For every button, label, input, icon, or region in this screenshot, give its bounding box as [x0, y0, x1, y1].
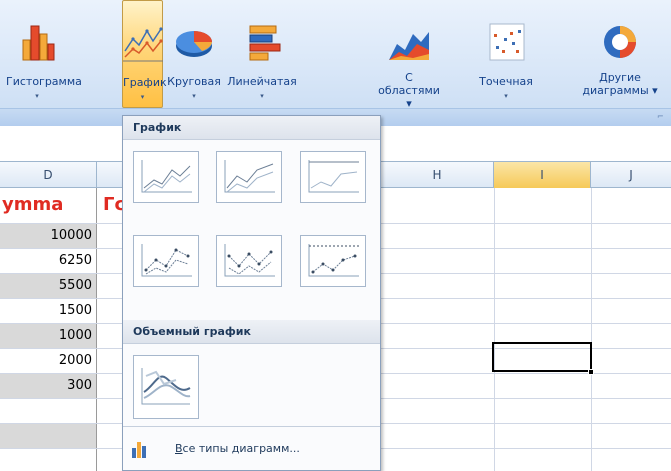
value-cell[interactable] — [0, 399, 97, 423]
histogram-label: Гистограмма — [6, 75, 82, 88]
line-chart-arrow: ▾ — [140, 93, 145, 101]
value-cell[interactable] — [0, 449, 97, 471]
full-stacked-line-thumb-icon — [308, 160, 359, 193]
3d-line-thumb-icon — [141, 368, 191, 405]
value-cell[interactable]: 10000 — [0, 224, 97, 248]
line-chart-icon — [122, 27, 163, 62]
scatter-chart-icon — [489, 23, 525, 61]
bar-chart-arrow: ▾ — [260, 92, 264, 100]
value-cell[interactable]: 1500 — [0, 299, 97, 323]
bar-chart-label: Линейчатая — [227, 75, 297, 88]
stacked-line-thumb-icon — [224, 160, 275, 193]
section-header-line: График — [123, 116, 380, 140]
pie-chart-label: Круговая — [167, 75, 221, 88]
all-chart-types-item[interactable]: Все типы диаграмм... — [125, 432, 378, 466]
scatter-chart-label: Точечная — [479, 75, 533, 88]
line-chart-tile-100[interactable] — [300, 151, 366, 203]
bar-chart-icon — [249, 25, 281, 61]
menu-separator — [123, 426, 380, 427]
dialog-launcher-icon[interactable]: ⌐ — [657, 112, 667, 122]
column-header-i[interactable]: I — [494, 162, 591, 188]
pie-chart-icon — [176, 31, 212, 57]
line-chart-button[interactable]: График ▾ — [122, 0, 167, 108]
bar-chart-button[interactable]: Линейчатая ▾ — [226, 0, 298, 106]
table-header-cell[interactable]: ymma — [0, 188, 97, 223]
histogram-button[interactable]: Гистограмма ▾ — [6, 0, 82, 106]
line-chart-gallery: График Объемный график Все типы диаграмм… — [122, 115, 381, 471]
ribbon: Гистограмма ▾ График ▾ Круговая ▾ Линейч… — [0, 0, 671, 126]
area-chart-label: С областями ▾ — [378, 71, 440, 110]
value-cell[interactable]: 5500 — [0, 274, 97, 298]
line-markers-thumb-icon — [141, 244, 192, 277]
pie-chart-button[interactable]: Круговая ▾ — [164, 0, 224, 106]
other-charts-label: Другие диаграммы ▾ — [582, 71, 658, 97]
active-cell-selection[interactable] — [492, 342, 592, 372]
histogram-arrow: ▾ — [35, 92, 39, 100]
fill-handle[interactable] — [588, 369, 594, 375]
full-stacked-markers-tile[interactable] — [300, 235, 366, 287]
stacked-markers-thumb-icon — [224, 244, 275, 277]
section-header-3d-line: Объемный график — [123, 320, 380, 344]
column-header-e[interactable] — [97, 162, 125, 188]
value-cell[interactable] — [0, 424, 97, 448]
stacked-markers-tile[interactable] — [216, 235, 282, 287]
chart-type-icon — [132, 442, 146, 458]
all-chart-types-text: се типы диаграмм... — [182, 442, 300, 455]
other-charts-button[interactable]: Другие диаграммы ▾ — [580, 0, 660, 106]
value-cell[interactable]: 1000 — [0, 324, 97, 348]
accelerator-key: В — [175, 442, 183, 455]
scatter-chart-arrow: ▾ — [504, 92, 508, 100]
column-header-h[interactable]: H — [381, 162, 494, 188]
area-chart-icon — [389, 32, 429, 60]
column-chart-icon — [22, 25, 55, 61]
pie-chart-arrow: ▾ — [192, 92, 196, 100]
all-chart-types-label: Все типы диаграмм... — [175, 432, 300, 466]
column-header-d[interactable]: D — [0, 162, 97, 188]
3d-line-chart-tile[interactable] — [133, 355, 199, 419]
line-chart-tile-basic[interactable] — [133, 151, 199, 203]
column-header-j[interactable]: J — [591, 162, 671, 188]
line-chart-thumb-icon — [141, 160, 192, 193]
line-markers-tile[interactable] — [133, 235, 199, 287]
line-chart-label: График — [123, 76, 167, 89]
other-charts-icon — [604, 26, 636, 58]
full-stacked-markers-thumb-icon — [308, 244, 359, 277]
scatter-chart-button[interactable]: Точечная ▾ — [478, 0, 534, 106]
value-cell[interactable]: 300 — [0, 374, 97, 398]
value-cell[interactable]: 2000 — [0, 349, 97, 373]
value-cell[interactable]: 6250 — [0, 249, 97, 273]
area-chart-button[interactable]: С областями ▾ — [375, 0, 443, 110]
line-chart-tile-stacked[interactable] — [216, 151, 282, 203]
